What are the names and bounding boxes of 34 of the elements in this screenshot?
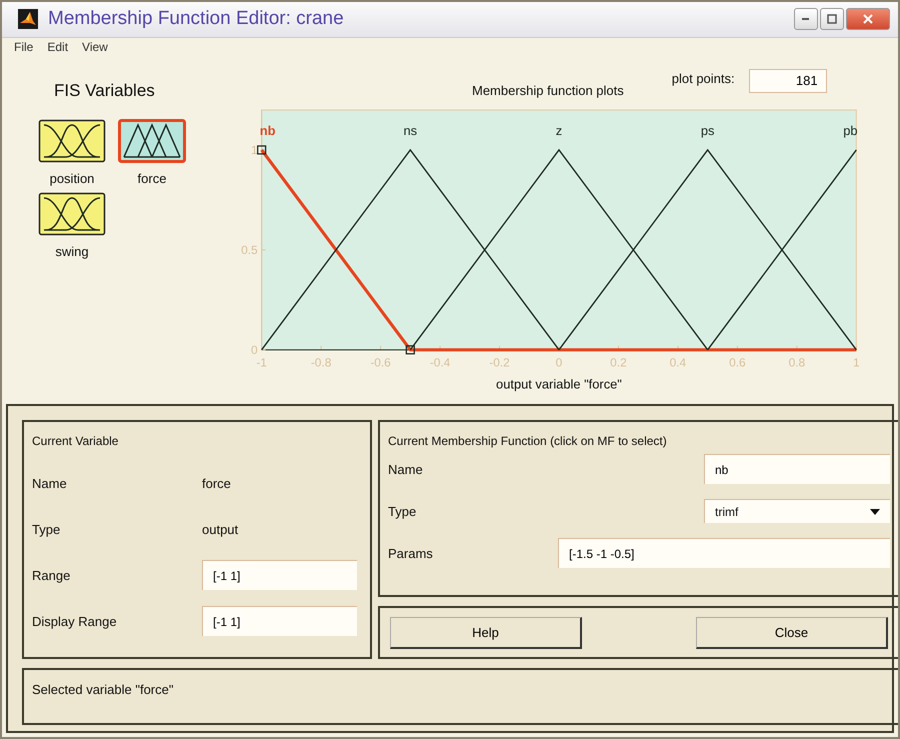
field-label: Range <box>32 568 72 582</box>
field-label: Name <box>388 462 424 476</box>
field-label: Params <box>388 546 434 560</box>
x-tick-label: 1 <box>853 355 860 370</box>
x-tick-label: 0 <box>556 355 562 370</box>
y-tick-label: 1 <box>251 142 258 157</box>
x-tick-label: -1 <box>256 355 267 370</box>
x-axis-label: output variable "force" <box>496 376 622 392</box>
variable-label: force <box>138 171 166 186</box>
x-tick-label: -0.2 <box>489 355 510 370</box>
variable-label: swing <box>55 244 89 259</box>
panel-title: Current Membership Function (click on MF to select) <box>388 434 668 448</box>
field-label: Type <box>32 522 62 536</box>
x-tick-label: 0.2 <box>610 355 627 370</box>
field-label: Type <box>388 504 418 518</box>
plot-points-label: plot points: <box>672 71 735 86</box>
x-tick-label: -0.6 <box>370 355 391 370</box>
x-tick-label: -0.8 <box>310 355 332 370</box>
y-tick-label: 0.5 <box>241 242 258 256</box>
field-value: force <box>202 476 231 490</box>
x-tick-label: 0.8 <box>788 355 806 370</box>
fis-variables-heading: FIS Variables <box>54 81 156 101</box>
status-text: Selected variable "force" <box>32 682 174 697</box>
chart-title: Membership function plots <box>472 83 624 98</box>
x-tick-label: -0.4 <box>430 355 450 370</box>
window-title: Membership Function Editor: crane <box>48 8 345 30</box>
y-tick-label: 0 <box>251 342 258 356</box>
field-label: Name <box>32 476 68 490</box>
panel-title: Current Variable <box>32 434 120 448</box>
field-value: output <box>202 522 238 536</box>
x-tick-label: 0.6 <box>729 355 746 370</box>
field-label: Display Range <box>32 614 118 628</box>
variable-label: position <box>50 171 94 186</box>
x-tick-label: 0.4 <box>670 355 686 370</box>
